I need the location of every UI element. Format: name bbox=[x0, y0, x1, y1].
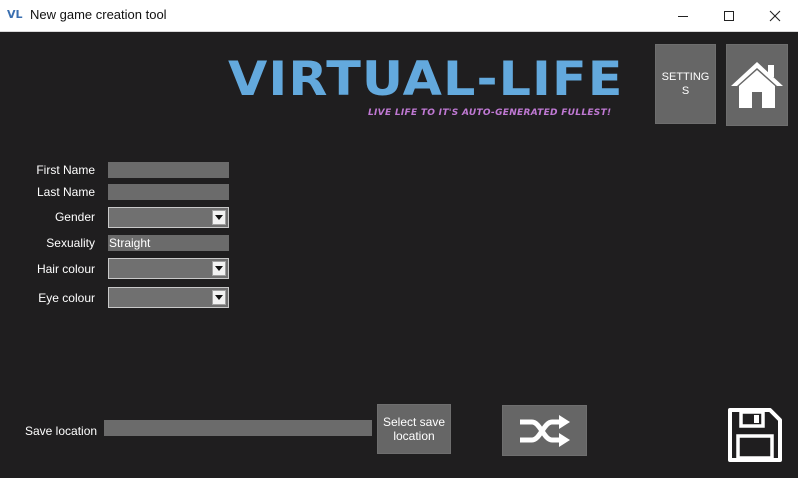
minimize-button[interactable] bbox=[660, 0, 706, 31]
gender-label: Gender bbox=[54, 210, 95, 224]
sexuality-label: Sexuality bbox=[46, 236, 95, 250]
chevron-down-icon[interactable] bbox=[212, 210, 226, 225]
randomize-button[interactable] bbox=[502, 405, 587, 456]
home-icon bbox=[731, 62, 783, 108]
close-icon bbox=[769, 10, 781, 21]
chevron-down-icon[interactable] bbox=[212, 290, 226, 305]
last-name-input[interactable] bbox=[108, 184, 229, 200]
hair-colour-select[interactable] bbox=[108, 258, 229, 279]
minimize-icon bbox=[678, 15, 688, 17]
window-title: New game creation tool bbox=[30, 7, 167, 22]
save-button[interactable] bbox=[725, 405, 785, 465]
first-name-label: First Name bbox=[36, 163, 95, 177]
close-button[interactable] bbox=[752, 0, 798, 31]
save-location-label: Save location bbox=[25, 424, 98, 438]
logo-title: VIRTUAL-LIFE bbox=[228, 52, 624, 107]
chevron-down-icon[interactable] bbox=[212, 261, 226, 276]
maximize-button[interactable] bbox=[706, 0, 752, 31]
select-save-location-button[interactable]: Select save location bbox=[377, 404, 451, 454]
app-icon: VL bbox=[7, 8, 23, 21]
settings-button[interactable]: SETTINGS bbox=[655, 44, 716, 124]
save-location-input[interactable] bbox=[104, 420, 372, 436]
eye-colour-select[interactable] bbox=[108, 287, 229, 308]
hair-colour-label: Hair colour bbox=[36, 262, 95, 276]
maximize-icon bbox=[724, 10, 734, 21]
floppy-disk-icon bbox=[728, 408, 782, 462]
title-bar: VL New game creation tool bbox=[0, 0, 798, 32]
gender-select[interactable] bbox=[108, 207, 229, 228]
last-name-label: Last Name bbox=[36, 185, 95, 199]
home-button[interactable] bbox=[726, 44, 788, 126]
first-name-input[interactable] bbox=[108, 162, 229, 178]
sexuality-input[interactable]: Straight bbox=[108, 235, 229, 251]
eye-colour-label: Eye colour bbox=[38, 291, 95, 305]
shuffle-icon bbox=[519, 414, 570, 447]
logo-subtitle: LIVE LIFE TO IT'S AUTO-GENERATED FULLEST… bbox=[368, 108, 612, 118]
